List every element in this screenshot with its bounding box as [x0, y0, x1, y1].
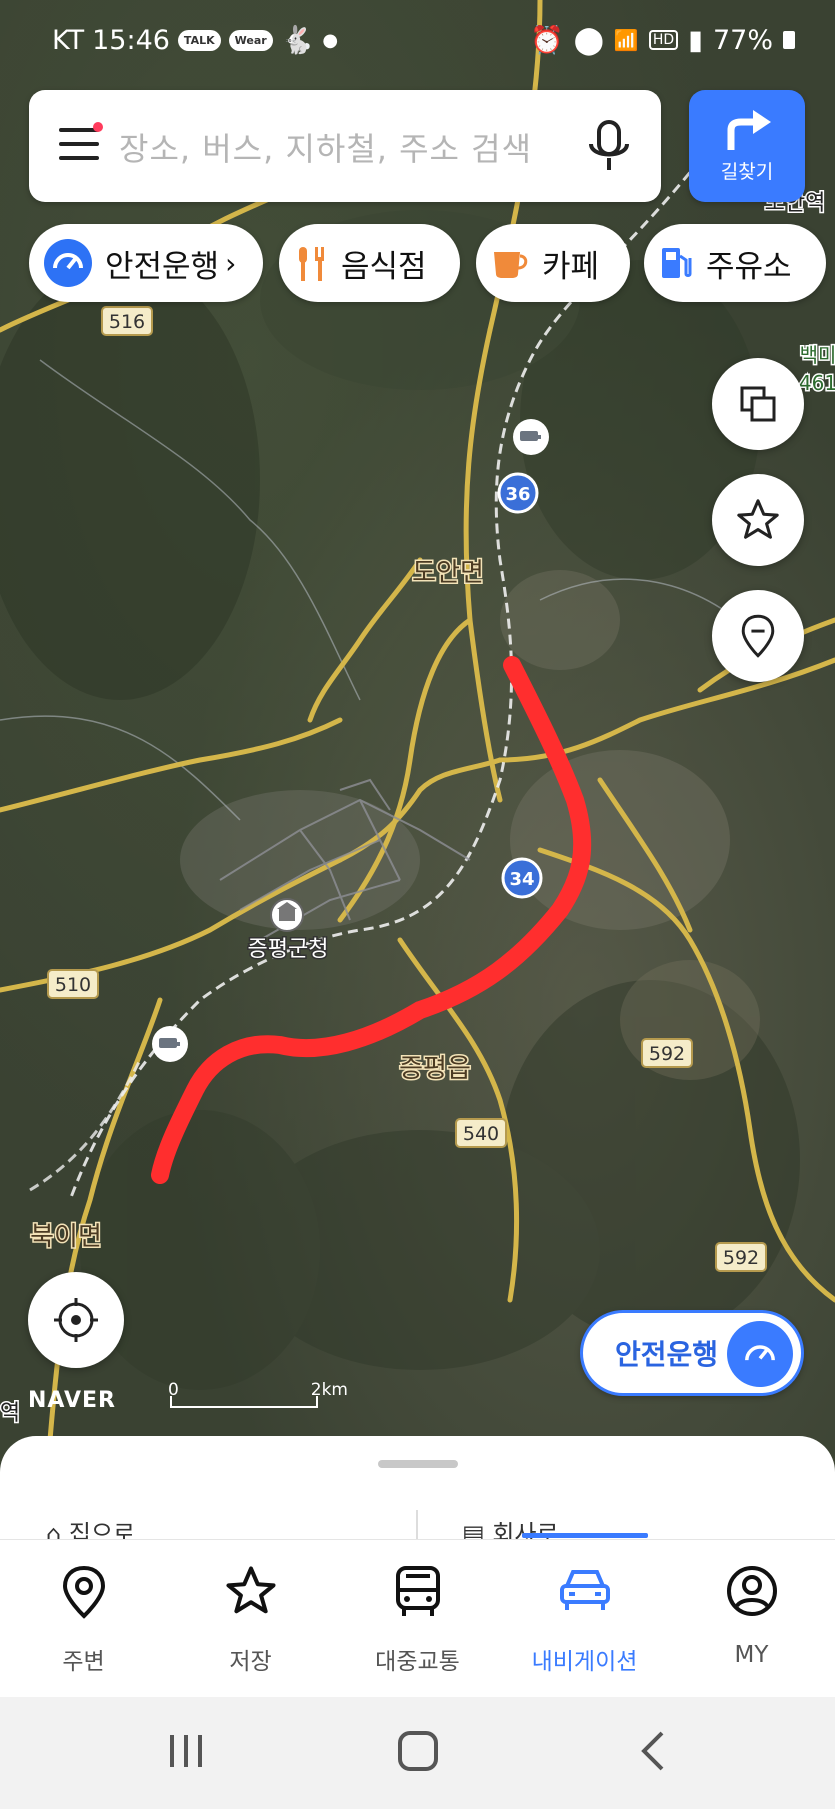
status-bar: KT 15:46 TALK Wear 🐇 ● ⏰ ⬤ 📶 HD ▮ 77% — [0, 0, 835, 80]
layers-button[interactable] — [712, 358, 804, 450]
signal-icon: ▮ — [688, 24, 703, 56]
battery-percent: 77% — [712, 24, 773, 56]
crosshair-icon — [54, 1298, 98, 1342]
chip-label: 음식점 — [341, 248, 427, 285]
turn-right-arrow-icon — [727, 110, 771, 150]
active-tab-indicator — [522, 1533, 648, 1538]
road-shield-36: 36 — [497, 472, 539, 514]
svg-text:34: 34 — [509, 869, 534, 890]
cup-icon — [490, 246, 530, 280]
search-placeholder[interactable]: 장소, 버스, 지하철, 주소 검색 — [119, 124, 532, 170]
car-icon — [559, 1570, 610, 1610]
star-icon — [225, 1566, 276, 1614]
road-shield-510: 510 — [47, 969, 99, 999]
place-label-station-partial: 역 — [0, 1401, 20, 1426]
scale-bar — [170, 1396, 318, 1408]
wifi-icon: 📶 — [613, 28, 639, 52]
dot-icon: ● — [322, 29, 339, 51]
map-scale: 0 2km — [168, 1380, 348, 1410]
tab-my[interactable]: MY — [668, 1540, 835, 1698]
microphone-icon[interactable] — [585, 118, 633, 174]
tab-label: 저장 — [229, 1649, 272, 1675]
hd-icon: HD — [648, 30, 679, 50]
place-label-baekma-num: 461 — [799, 371, 835, 395]
bottom-tab-bar: 주변 저장 대중교통 내비게이션 MY — [0, 1539, 835, 1698]
naver-logo: NAVER — [28, 1388, 116, 1413]
cctv-camera-icon[interactable] — [152, 1026, 188, 1062]
location-pin-icon — [62, 1565, 105, 1619]
svg-text:516: 516 — [109, 311, 145, 333]
chevron-right-icon: › — [225, 246, 237, 280]
directions-label: 길찾기 — [720, 161, 774, 183]
svg-text:36: 36 — [505, 484, 530, 505]
tab-label: 내비게이션 — [531, 1649, 638, 1675]
battery-icon — [783, 31, 795, 49]
sheet-handle[interactable] — [378, 1460, 458, 1468]
layers-icon — [740, 386, 776, 422]
speedometer-icon — [727, 1321, 793, 1387]
system-navigation-bar — [0, 1697, 835, 1809]
cctv-camera-icon[interactable] — [513, 419, 549, 455]
category-chips: 안전운행 › 음식점 카페 주유소 — [0, 224, 835, 304]
place-label-bugi: 북이면 — [30, 1222, 102, 1252]
tab-transit[interactable]: 대중교통 — [334, 1540, 501, 1698]
place-label-county-office: 증평군청 — [248, 937, 329, 962]
satellite-map[interactable]: 516 510 592 592 540 36 34 도안면 증평군청 증평읍 북… — [0, 0, 835, 1440]
chip-restaurant[interactable]: 음식점 — [279, 224, 460, 302]
chip-gas-station[interactable]: 주유소 — [644, 224, 826, 302]
alarm-icon: ⏰ — [530, 25, 564, 56]
svg-text:510: 510 — [55, 974, 91, 996]
fuel-pump-icon — [658, 244, 694, 282]
chip-label: 안전운행 — [105, 248, 220, 285]
tab-label: 주변 — [62, 1649, 105, 1675]
place-label-doan: 도안면 — [412, 558, 484, 588]
location-icon: ⬤ — [573, 24, 604, 56]
tab-label: 대중교통 — [375, 1649, 460, 1675]
user-circle-icon — [726, 1566, 777, 1616]
safe-drive-button[interactable]: 안전운행 — [580, 1310, 804, 1396]
place-label-jeungpyeong-eup: 증평읍 — [399, 1054, 471, 1084]
svg-text:592: 592 — [649, 1043, 685, 1065]
directions-button[interactable]: 길찾기 — [689, 90, 805, 202]
tab-saved[interactable]: 저장 — [167, 1540, 334, 1698]
wear-notification-icon: Wear — [228, 29, 273, 51]
notification-dot — [93, 122, 103, 132]
home-button-icon[interactable] — [396, 1727, 440, 1775]
road-shield-592: 592 — [641, 1038, 693, 1068]
road-shield-516: 516 — [101, 306, 153, 336]
road-shield-540: 540 — [455, 1118, 507, 1148]
tab-label: MY — [734, 1642, 769, 1668]
bottom-sheet[interactable]: ⌂ 집으로 ▤ 회사로 — [0, 1436, 835, 1546]
speedometer-icon — [43, 238, 93, 288]
tab-navigation[interactable]: 내비게이션 — [501, 1540, 668, 1698]
favorites-button[interactable] — [712, 474, 804, 566]
government-office-icon[interactable] — [270, 898, 304, 932]
svg-text:592: 592 — [723, 1247, 759, 1269]
rabbit-icon: 🐇 — [280, 25, 315, 56]
chip-safe-drive[interactable]: 안전운행 › — [29, 224, 263, 302]
back-icon[interactable] — [636, 1727, 668, 1775]
current-location-button[interactable] — [28, 1272, 124, 1368]
chip-cafe[interactable]: 카페 — [476, 224, 630, 302]
tab-nearby[interactable]: 주변 — [0, 1540, 167, 1698]
place-label-baekma: 백미 — [800, 343, 835, 367]
recent-apps-icon[interactable] — [166, 1727, 206, 1775]
pin-icon — [741, 614, 775, 658]
safe-drive-label: 안전운행 — [615, 1338, 719, 1371]
svg-text:540: 540 — [463, 1123, 499, 1145]
carrier: KT — [52, 24, 85, 56]
bus-icon — [395, 1566, 440, 1616]
road-shield-592-b: 592 — [715, 1242, 767, 1272]
clock: 15:46 — [92, 24, 170, 56]
chip-label: 주유소 — [706, 248, 792, 285]
fork-knife-icon — [293, 243, 329, 283]
chip-label: 카페 — [542, 248, 600, 285]
road-shield-34: 34 — [501, 857, 543, 899]
search-bar[interactable]: 장소, 버스, 지하철, 주소 검색 — [29, 90, 661, 202]
talk-notification-icon: TALK — [177, 29, 221, 51]
star-icon — [737, 499, 779, 539]
menu-icon[interactable] — [59, 128, 105, 164]
pin-button[interactable] — [712, 590, 804, 682]
